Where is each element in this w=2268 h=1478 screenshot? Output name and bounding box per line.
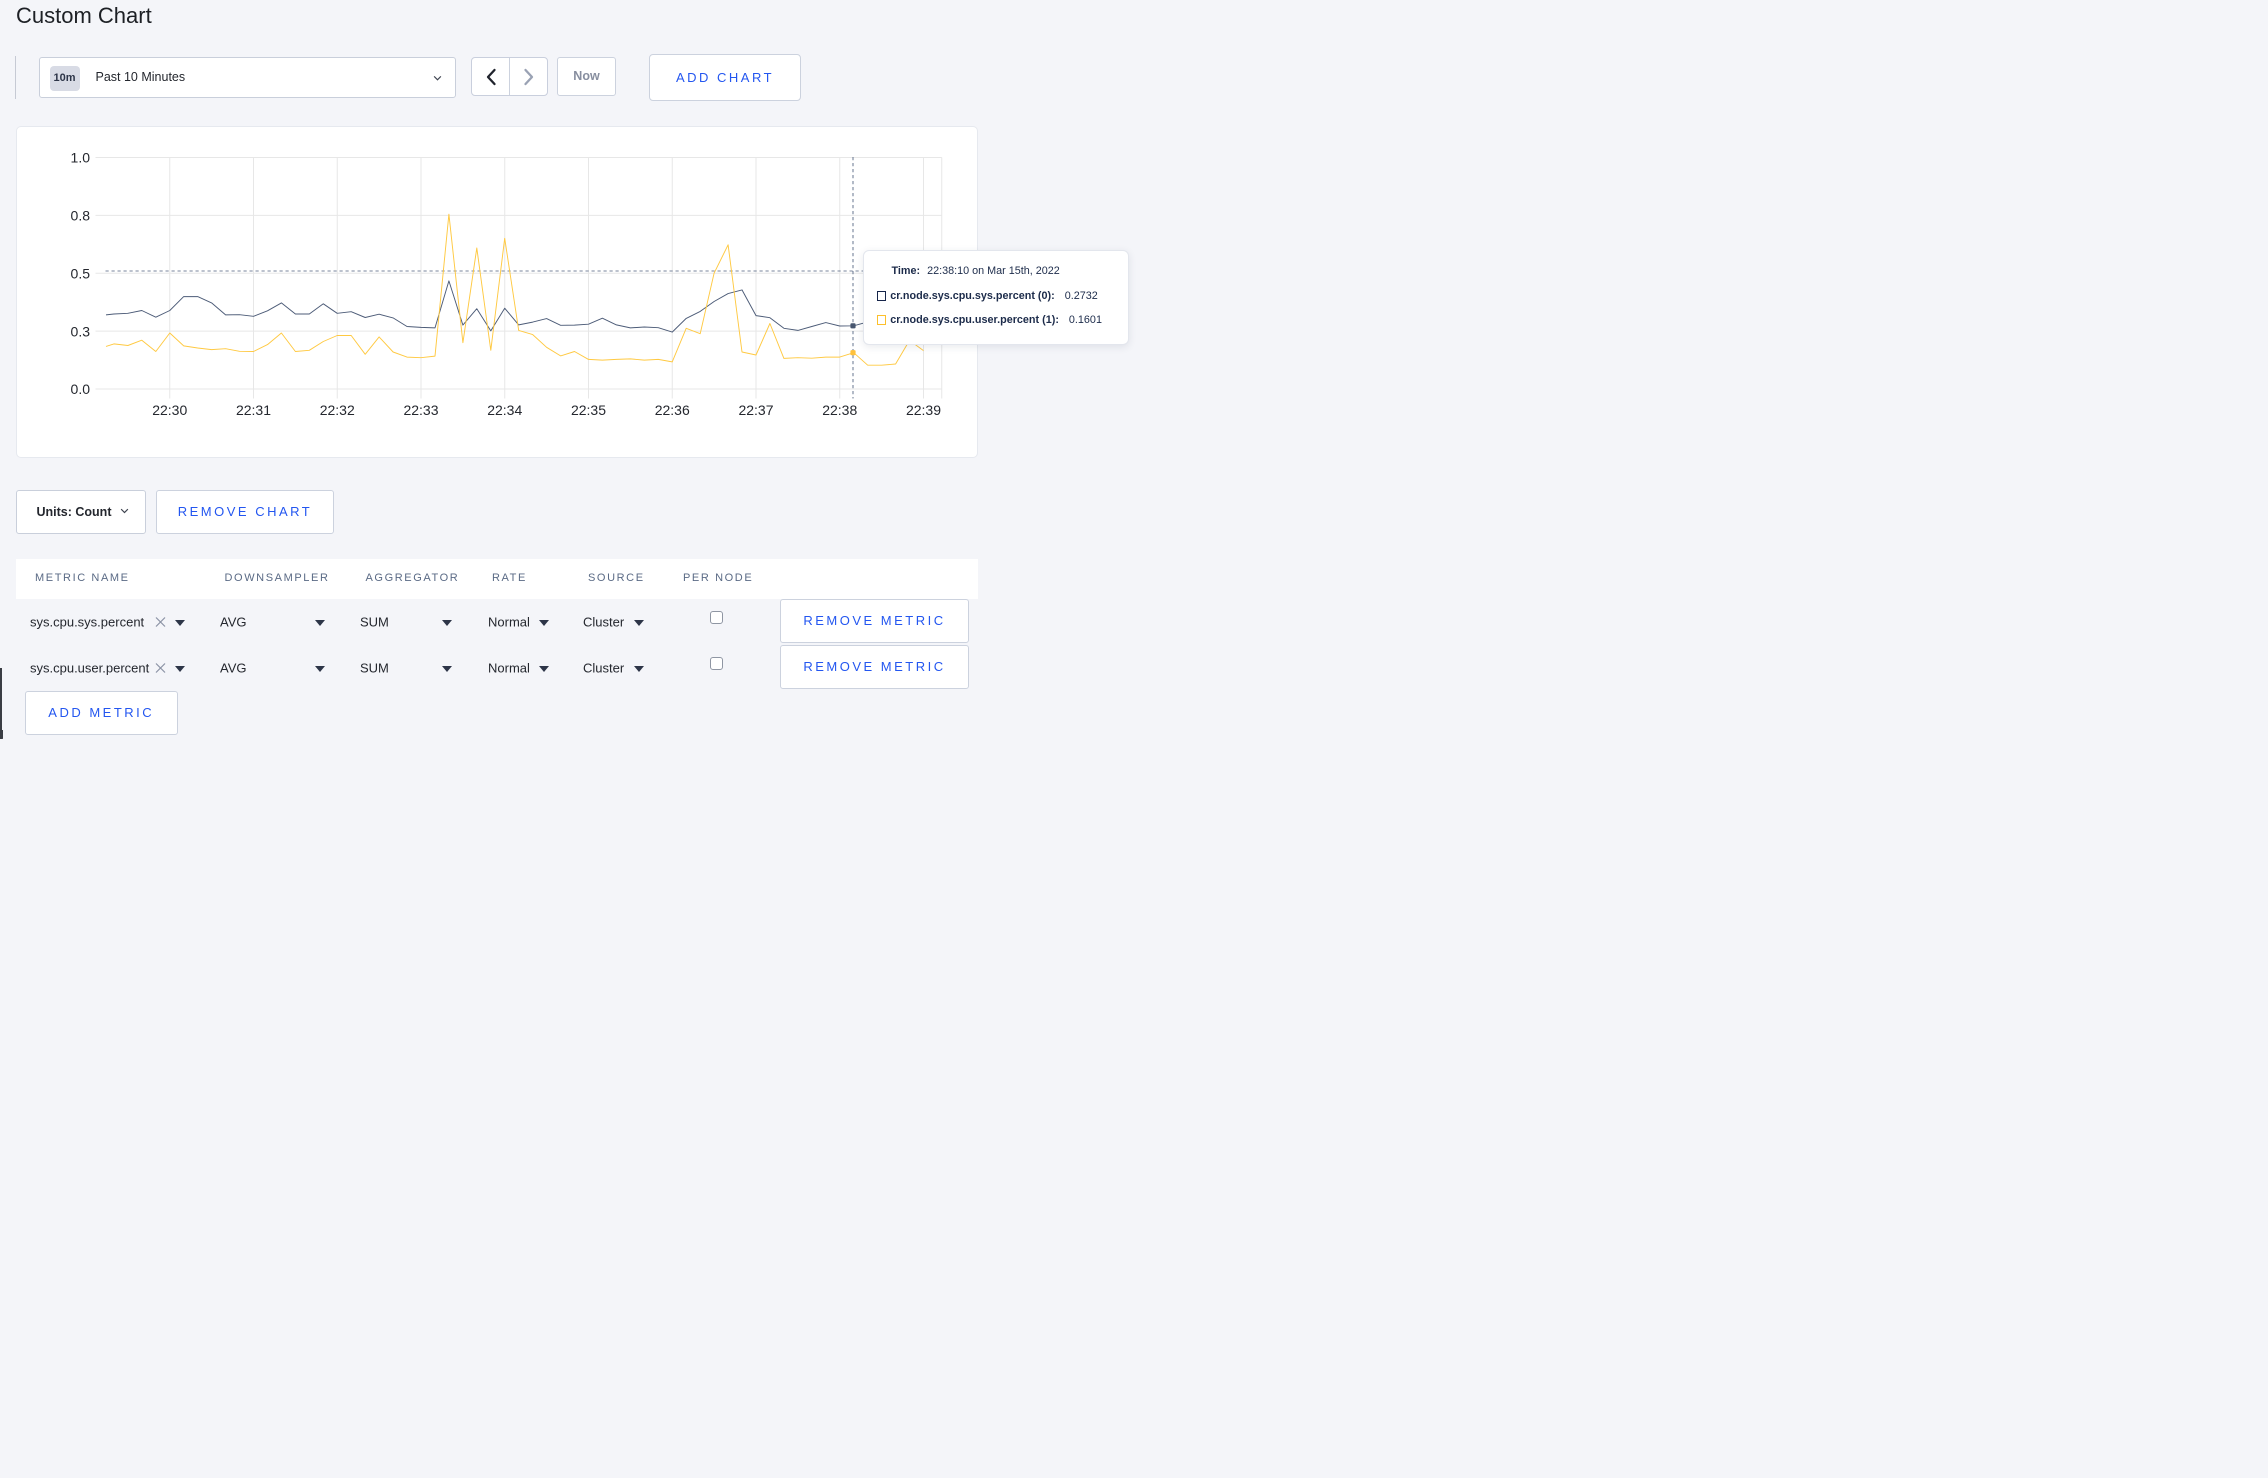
- svg-text:0.3: 0.3: [71, 323, 91, 339]
- svg-text:0.8: 0.8: [71, 208, 91, 224]
- svg-text:22:32: 22:32: [320, 402, 355, 418]
- svg-text:0.0: 0.0: [71, 381, 91, 397]
- svg-text:22:30: 22:30: [152, 402, 187, 418]
- svg-text:1.0: 1.0: [71, 150, 91, 166]
- svg-text:22:38: 22:38: [822, 402, 857, 418]
- svg-text:22:37: 22:37: [738, 402, 773, 418]
- svg-text:22:33: 22:33: [403, 402, 438, 418]
- svg-text:22:36: 22:36: [655, 402, 690, 418]
- svg-text:22:39: 22:39: [906, 402, 941, 418]
- svg-text:22:34: 22:34: [487, 402, 522, 418]
- svg-text:0.5: 0.5: [71, 266, 91, 282]
- svg-text:22:31: 22:31: [236, 402, 271, 418]
- svg-text:22:35: 22:35: [571, 402, 606, 418]
